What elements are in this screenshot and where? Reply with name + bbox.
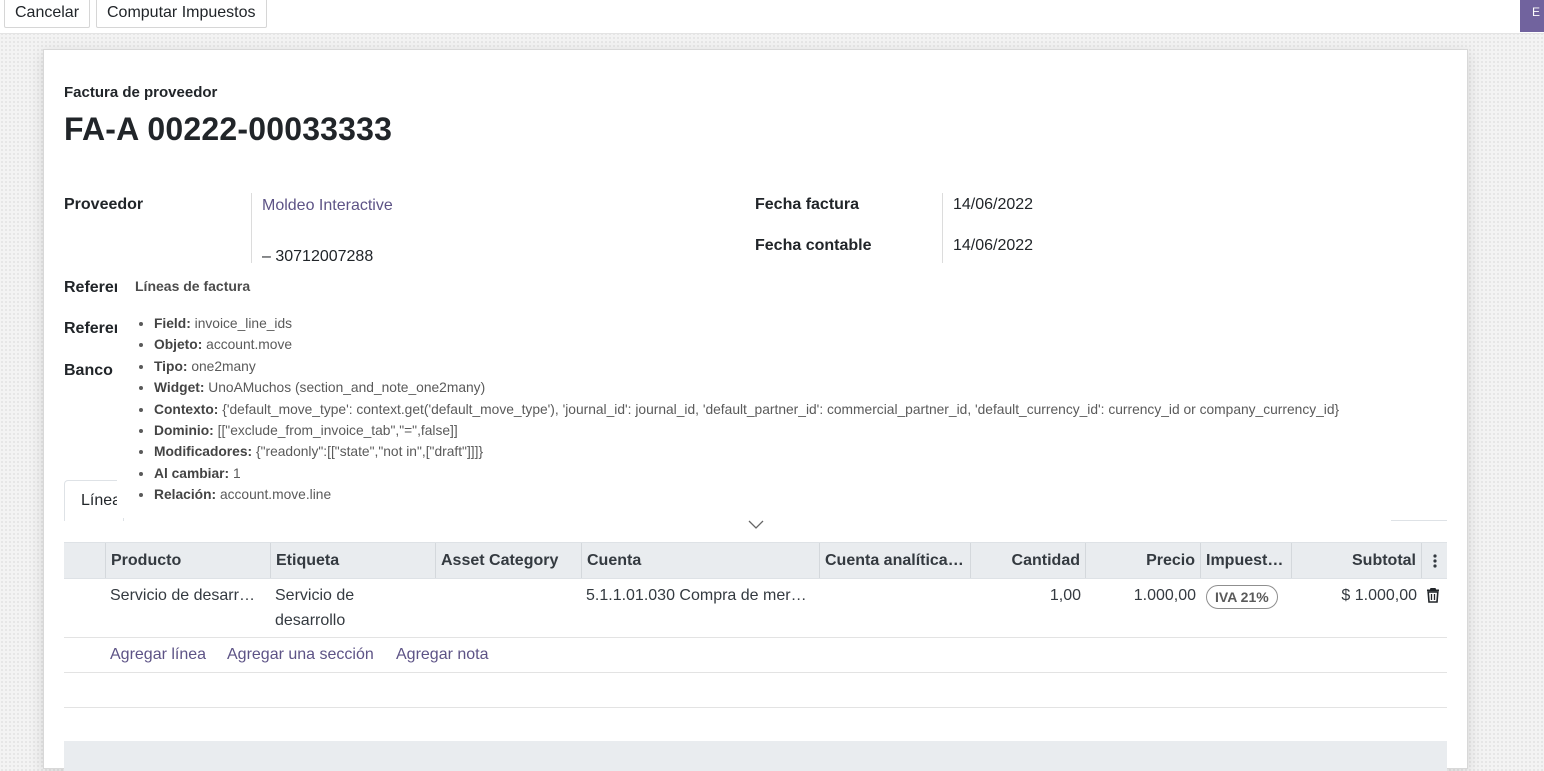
tooltip-arrow-icon [748,520,764,529]
tooltip-item-domain: Dominio: [["exclude_from_invoice_tab","=… [154,420,1339,441]
payment-reference-label: Referen [64,320,124,337]
primary-action-button[interactable]: E [1520,0,1544,32]
row-divider [64,707,1447,708]
cell-label-line2[interactable]: desarrollo [275,612,345,630]
cell-product[interactable]: Servicio de desarr… [110,587,270,605]
column-header-asset-category[interactable]: Asset Category [435,543,581,578]
column-header-quantity[interactable]: Cantidad [970,543,1085,578]
table-footer [64,741,1447,771]
column-header-account[interactable]: Cuenta [581,543,819,578]
column-header-analytic-account[interactable]: Cuenta analítica… [819,543,970,578]
add-line-link[interactable]: Agregar línea [110,646,206,664]
cell-subtotal: $ 1.000,00 [1341,587,1417,604]
invoice-date-label: Fecha factura [755,196,860,213]
column-header-subtotal[interactable]: Subtotal [1291,543,1421,578]
tooltip-item-context: Contexto: {'default_move_type': context.… [154,399,1339,420]
trash-icon[interactable] [1426,587,1440,608]
add-section-link[interactable]: Agregar una sección [227,646,374,664]
tooltip-item-type: Tipo: one2many [154,356,1339,377]
accounting-date-field[interactable]: 14/06/2022 [953,237,1033,255]
tooltip-list: Field: invoice_line_ids Objeto: account.… [135,313,1339,506]
column-header-taxes[interactable]: Impuest… [1200,543,1291,578]
tooltip-item-modifiers: Modificadores: {"readonly":[["state","no… [154,441,1339,462]
accounting-date-label: Fecha contable [755,237,872,254]
document-type-label: Factura de proveedor [64,84,218,101]
tooltip-item-field: Field: invoice_line_ids [154,313,1339,334]
tooltip-item-onchange: Al cambiar: 1 [154,463,1339,484]
supplier-label: Proveedor [64,196,144,213]
cancel-button[interactable]: Cancelar [4,0,91,28]
reference-label: Referen [64,279,124,296]
field-separator [942,193,943,263]
compute-taxes-button[interactable]: Computar Impuestos [96,0,267,28]
lines-table-header: Producto Etiqueta Asset Category Cuenta … [64,542,1447,579]
cell-price[interactable]: 1.000,00 [1085,587,1196,605]
supplier-link[interactable]: Moldeo Interactive [262,197,393,215]
bank-label: Banco [64,362,113,379]
tax-badge[interactable]: IVA 21% [1206,585,1278,609]
cell-account[interactable]: 5.1.1.01.030 Compra de mer… [586,587,816,605]
cell-label-line1[interactable]: Servicio de [275,587,354,605]
tooltip-item-widget: Widget: UnoAMuchos (section_and_note_one… [154,377,1339,398]
tab-underline [1391,520,1447,521]
supplier-vat: – 30712007288 [262,248,374,265]
row-divider [64,672,1447,673]
invoice-number: FA-A 00222-00033333 [64,111,393,147]
field-separator [251,193,252,263]
cell-quantity[interactable]: 1,00 [970,587,1081,605]
tooltip-item-relation: Relación: account.move.line [154,484,1339,505]
field-tooltip: Líneas de factura Field: invoice_line_id… [117,272,1407,518]
control-panel: Cancelar Computar Impuestos E [0,0,1544,34]
tab-invoice-lines[interactable]: Línea [64,480,124,521]
column-header-label[interactable]: Etiqueta [270,543,435,578]
tooltip-title: Líneas de factura [135,278,251,294]
add-note-link[interactable]: Agregar nota [396,646,489,664]
tooltip-item-object: Objeto: account.move [154,334,1339,355]
column-header-price[interactable]: Precio [1085,543,1200,578]
invoice-date-field[interactable]: 14/06/2022 [953,196,1033,214]
column-header-product[interactable]: Producto [105,543,270,578]
row-divider [64,637,1447,638]
optional-columns-icon[interactable] [1421,543,1447,578]
